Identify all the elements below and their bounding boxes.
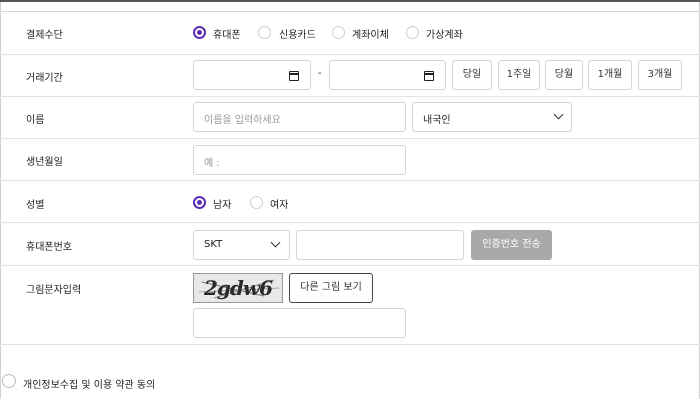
gender-label: 성별 xyxy=(26,200,45,211)
captcha-text: 2gdw6 xyxy=(204,276,273,300)
radio-male-label: 남자 xyxy=(213,200,232,211)
carrier-value: SKT xyxy=(204,239,223,250)
radio-male[interactable] xyxy=(193,196,206,209)
radio-female[interactable] xyxy=(250,196,263,209)
radio-credit-card-label: 신용카드 xyxy=(279,30,316,41)
radio-virtual-account[interactable] xyxy=(406,26,419,39)
captcha-image: 2gdw6 xyxy=(193,273,283,303)
birth-label: 생년월일 xyxy=(26,157,63,168)
name-placeholder: 이름을 입력하세요 xyxy=(204,115,281,126)
calendar-icon[interactable] xyxy=(289,71,299,81)
payment-row: 결제수단 휴대폰 신용카드 계좌이체 가상계좌 xyxy=(0,12,700,55)
captcha-label: 그림문자입력 xyxy=(26,285,82,296)
radio-account-transfer-label: 계좌이체 xyxy=(352,30,389,41)
radio-female-label: 여자 xyxy=(270,200,289,211)
name-row: 이름 이름을 입력하세요 내국인 xyxy=(0,97,700,139)
period-row: 거래기간 - 당일 1주일 당월 1개월 3개월 xyxy=(0,55,700,97)
date-separator: - xyxy=(318,68,322,79)
period-1month-button[interactable]: 1개월 xyxy=(588,60,632,90)
phone-row: 휴대폰번호 SKT 인증번호 전송 xyxy=(0,223,700,266)
period-3month-button[interactable]: 3개월 xyxy=(638,60,682,90)
captcha-input[interactable] xyxy=(193,308,406,338)
name-label: 이름 xyxy=(26,115,45,126)
chevron-down-icon xyxy=(553,109,564,120)
phone-label: 휴대폰번호 xyxy=(26,242,72,253)
agree-checkbox[interactable] xyxy=(2,374,16,388)
nationality-select[interactable]: 내국인 xyxy=(412,102,572,132)
radio-phone[interactable] xyxy=(193,26,206,39)
radio-credit-card[interactable] xyxy=(258,26,271,39)
period-1week-button[interactable]: 1주일 xyxy=(498,60,540,90)
gender-row: 성별 남자 여자 xyxy=(0,181,700,223)
period-this-month-button[interactable]: 당월 xyxy=(545,60,583,90)
top-border xyxy=(0,0,700,12)
birth-input[interactable]: 예 : xyxy=(193,145,406,175)
period-label: 거래기간 xyxy=(26,73,63,84)
payment-label: 결제수단 xyxy=(26,30,63,41)
phone-number-input[interactable] xyxy=(296,230,464,260)
start-date-input[interactable] xyxy=(193,60,311,90)
radio-account-transfer[interactable] xyxy=(332,26,345,39)
agree-label: 개인정보수집 및 이용 약관 동의 xyxy=(23,380,156,391)
end-date-input[interactable] xyxy=(329,60,446,90)
radio-phone-label: 휴대폰 xyxy=(213,30,241,41)
name-input[interactable]: 이름을 입력하세요 xyxy=(193,102,406,132)
radio-virtual-account-label: 가상계좌 xyxy=(426,30,463,41)
period-today-button[interactable]: 당일 xyxy=(452,60,492,90)
nationality-value: 내국인 xyxy=(423,115,451,126)
captcha-row: 그림문자입력 2gdw6 다른 그림 보기 xyxy=(0,266,700,345)
carrier-select[interactable]: SKT xyxy=(193,230,290,260)
refresh-captcha-button[interactable]: 다른 그림 보기 xyxy=(289,273,373,303)
chevron-down-icon xyxy=(270,237,281,248)
birth-row: 생년월일 예 : xyxy=(0,139,700,181)
calendar-icon[interactable] xyxy=(424,71,434,81)
birth-placeholder: 예 : xyxy=(204,158,220,169)
send-code-button[interactable]: 인증번호 전송 xyxy=(471,230,552,260)
